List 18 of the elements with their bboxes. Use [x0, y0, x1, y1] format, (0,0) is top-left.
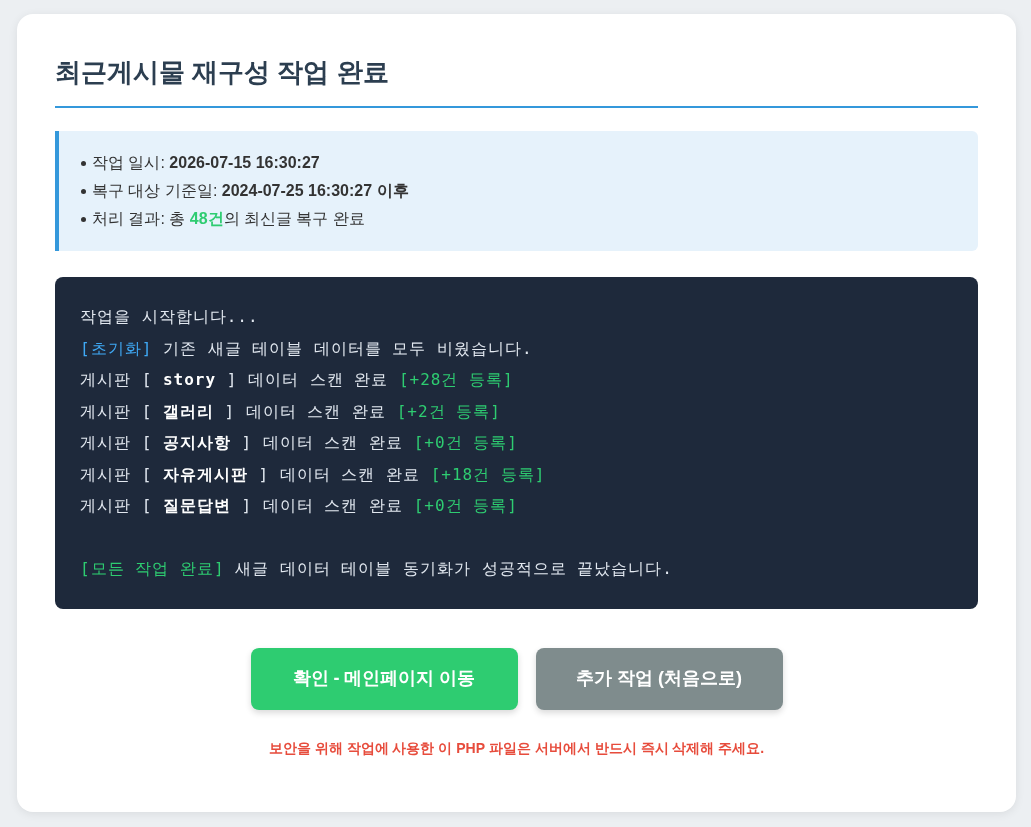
- summary-item: 작업 일시: 2026-07-15 16:30:27: [92, 153, 320, 173]
- log-line: 작업을 시작합니다...: [80, 306, 259, 328]
- log-line: [초기화] 기존 새글 테이블 데이터를 모두 비웠습니다.: [80, 337, 533, 360]
- log-line: 게시판 [ 공지사항 ] 데이터 스캔 완료 [+0건 등록]: [80, 432, 518, 454]
- page-title: 최근게시물 재구성 작업 완료: [55, 56, 389, 89]
- log-line: [모든 작업 완료] 새글 데이터 테이블 동기화가 성공적으로 끝났습니다.: [80, 558, 673, 580]
- log-line: 게시판 [ 갤러리 ] 데이터 스캔 완료 [+2건 등록]: [80, 400, 501, 423]
- log-line: 게시판 [ 자유게시판 ] 데이터 스캔 완료 [+18건 등록]: [80, 463, 546, 486]
- log-line: 게시판 [ 질문답변 ] 데이터 스캔 완료 [+0건 등록]: [80, 495, 518, 517]
- bullet-icon: [81, 160, 86, 166]
- bullet-icon: [81, 188, 86, 194]
- security-warning: 보안을 위해 작업에 사용한 이 PHP 파일은 서버에서 반드시 즉시 삭제해 주세요.: [268, 738, 765, 758]
- log-line: 게시판 [ story ] 데이터 스캔 완료 [+28건 등록]: [80, 369, 514, 391]
- restart-button[interactable]: 추가 작업 (처음으로): [535, 647, 783, 710]
- confirm-button[interactable]: 확인 - 메인페이지 이동: [250, 647, 518, 710]
- bullet-icon: [81, 216, 86, 222]
- summary-item: 처리 결과: 총 48건의 최신글 복구 완료: [92, 209, 365, 229]
- summary-item: 복구 대상 기준일: 2024-07-25 16:30:27 이후: [92, 181, 409, 201]
